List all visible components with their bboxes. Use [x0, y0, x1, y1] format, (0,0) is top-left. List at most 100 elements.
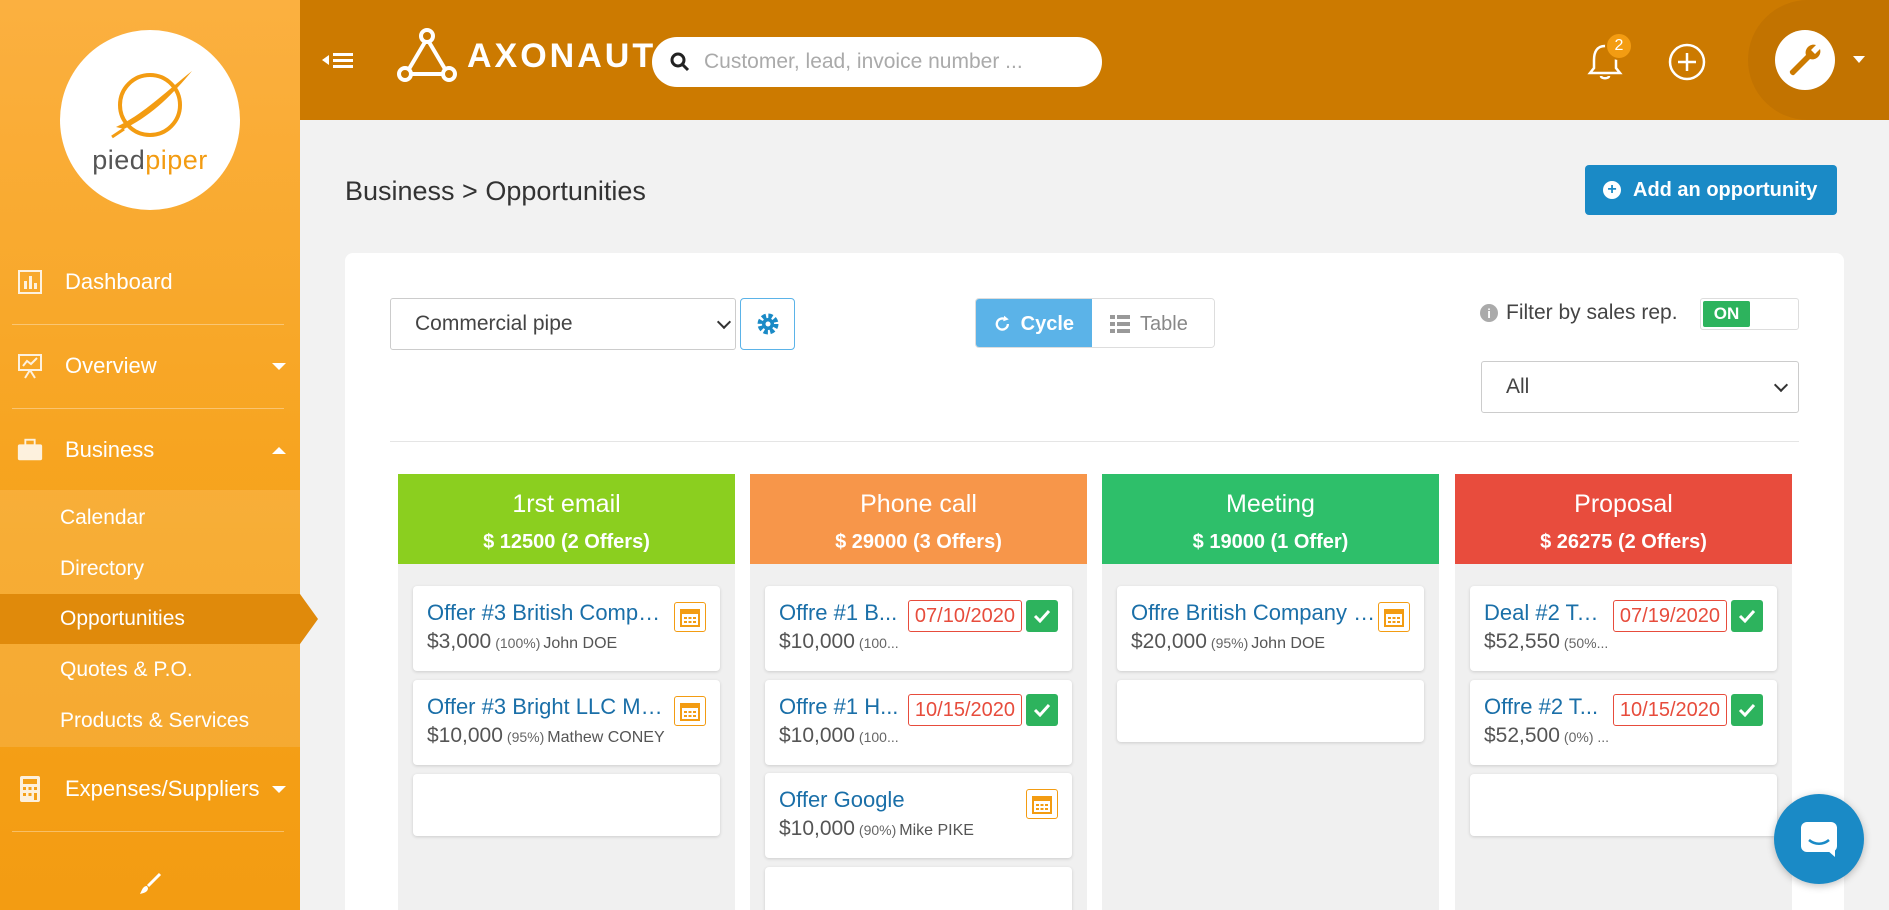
empty-drop-card[interactable] [413, 774, 720, 836]
opportunity-card[interactable]: Offer #3 Bright LLC Marketing $10,000(95… [413, 680, 720, 765]
sidebar-item-label: Overview [65, 353, 157, 378]
submenu-item-quotes[interactable]: Quotes & P.O. [0, 645, 300, 695]
gear-icon [757, 313, 778, 335]
page-title: Business > Opportunities [345, 176, 646, 206]
search-bar[interactable] [652, 37, 1102, 87]
sidebar-item-business[interactable]: Business [0, 408, 300, 492]
chevron-down-icon [272, 362, 286, 370]
company-logo[interactable]: piedpiper [60, 30, 240, 210]
sidebar-item-label: Business [65, 437, 155, 462]
chevron-down-icon [716, 314, 732, 330]
check-icon[interactable] [1026, 600, 1058, 632]
opportunity-card[interactable]: Offre #2 T... $52,500 (0%) ... 10/15/2020 [1470, 680, 1777, 765]
pied-piper-logo-icon [111, 70, 192, 138]
opportunity-title[interactable]: Deal #2 Ta... [1484, 600, 1604, 626]
check-icon[interactable] [1731, 694, 1763, 726]
column-summary: $ 26275 (2 Offers) [1540, 531, 1707, 553]
due-date-badge[interactable]: 10/15/2020 [907, 694, 1022, 726]
opportunity-card[interactable]: Offer Google $10,000 (90%) Mike PIKE [765, 773, 1072, 858]
opportunity-amount: $52,500 (0%) ... [1484, 724, 1610, 747]
opportunity-amount: $10,000 (95%) Mathew CONEY [427, 724, 665, 747]
briefcase-icon [16, 436, 44, 464]
opportunity-card[interactable]: Deal #2 Ta... $52,550 (50%... 07/19/2020 [1470, 586, 1777, 671]
sales-rep-filter: i Filter by sales rep. [1480, 298, 1678, 328]
opportunity-title[interactable]: Offre #2 T... [1484, 694, 1604, 720]
submenu-item-directory[interactable]: Directory [0, 544, 300, 594]
opportunity-card[interactable]: Offre #1 B... $10,000 (100... 07/10/2020 [765, 586, 1072, 671]
opportunity-card[interactable]: Offer #3 British Company $3,000 (100%) Joh… [413, 586, 720, 671]
sales-rep-select[interactable]: All [1481, 361, 1799, 413]
opportunity-title[interactable]: Offer #3 Bright LLC Marketing [427, 694, 672, 720]
plus-circle-icon: + [1603, 181, 1621, 199]
sales-rep-value: All [1506, 375, 1530, 398]
app-brand[interactable]: AXONAUT [397, 26, 656, 86]
calendar-icon[interactable] [1026, 789, 1058, 819]
due-date-badge[interactable]: 07/10/2020 [907, 600, 1022, 632]
column-title: 1rst email [512, 490, 621, 518]
app-name: AXONAUT [467, 36, 657, 75]
sidebar-item-dashboard[interactable]: Dashboard [0, 240, 300, 324]
opportunity-title[interactable]: Offre #1 H... [779, 694, 899, 720]
calendar-icon[interactable] [1378, 602, 1410, 632]
filter-label: Filter by sales rep. [1506, 301, 1678, 324]
chevron-down-icon [1773, 377, 1789, 393]
sidebar-item-expenses[interactable]: Expenses/Suppliers [0, 747, 300, 831]
empty-drop-card[interactable] [1117, 680, 1424, 742]
pipeline-column-proposal: Proposal $ 26275 (2 Offers) Deal #2 Ta..… [1455, 474, 1792, 910]
info-icon[interactable]: i [1480, 304, 1498, 322]
submenu-item-label: Opportunities [60, 607, 185, 630]
opportunity-card[interactable]: Offre #1 H... $10,000 (100... 10/15/2020 [765, 680, 1072, 765]
view-cycle-label: Cycle [1020, 312, 1074, 335]
sidebar-item-label: Expenses/Suppliers [65, 776, 260, 801]
search-input[interactable] [704, 50, 1074, 74]
submenu-item-products[interactable]: Products & Services [0, 696, 300, 746]
calculator-icon [16, 775, 44, 803]
active-indicator [300, 594, 318, 644]
column-header: Phone call $ 29000 (3 Offers) [750, 474, 1087, 564]
add-opportunity-label: Add an opportunity [1633, 178, 1818, 201]
due-date-badge[interactable]: 10/15/2020 [1612, 694, 1727, 726]
add-opportunity-button[interactable]: + Add an opportunity [1585, 165, 1837, 215]
due-date-badge[interactable]: 07/19/2020 [1612, 600, 1727, 632]
check-icon[interactable] [1026, 694, 1058, 726]
paint-brush-icon[interactable] [138, 872, 162, 896]
chat-icon [1801, 822, 1837, 857]
opportunity-title[interactable]: Offre #1 B... [779, 600, 899, 626]
column-summary: $ 19000 (1 Offer) [1192, 531, 1349, 553]
notification-badge: 2 [1605, 32, 1633, 60]
opportunity-title[interactable]: Offer #3 British Company [427, 600, 672, 626]
pipeline-settings-button[interactable] [740, 298, 795, 350]
submenu-item-opportunities[interactable]: Opportunities [0, 594, 318, 644]
add-circle-icon[interactable] [1667, 42, 1707, 82]
opportunity-amount: $10,000 (100... [779, 724, 899, 747]
submenu-item-calendar[interactable]: Calendar [0, 493, 300, 543]
check-icon[interactable] [1731, 600, 1763, 632]
opportunity-card[interactable]: Offre British Company Consulting $20,000… [1117, 586, 1424, 671]
chat-launcher-button[interactable] [1774, 794, 1864, 884]
empty-drop-card[interactable] [1470, 774, 1777, 836]
opportunity-title[interactable]: Offre British Company Consulting [1131, 600, 1376, 626]
divider [390, 441, 1799, 442]
calendar-icon[interactable] [674, 602, 706, 632]
bar-chart-icon [16, 268, 44, 296]
pipeline-select[interactable]: Commercial pipe [390, 298, 736, 350]
filter-toggle[interactable]: ON [1700, 298, 1799, 330]
column-header: 1rst email $ 12500 (2 Offers) [398, 474, 735, 564]
view-switcher: Cycle Table [975, 298, 1215, 348]
view-cycle-button[interactable]: Cycle [976, 299, 1092, 347]
pipeline-column-phone-call: Phone call $ 29000 (3 Offers) Offre #1 B… [750, 474, 1087, 910]
opportunity-title[interactable]: Offer Google [779, 787, 1024, 813]
collapse-menu-icon[interactable] [322, 48, 356, 72]
wrench-icon [1789, 44, 1821, 76]
refresh-icon [995, 315, 1010, 331]
sidebar-item-overview[interactable]: Overview [0, 324, 300, 408]
empty-drop-card[interactable] [765, 867, 1072, 910]
chevron-down-icon[interactable] [1853, 56, 1865, 63]
toggle-on-label: ON [1703, 301, 1750, 327]
presentation-icon [16, 352, 44, 380]
user-avatar[interactable] [1775, 30, 1835, 90]
view-table-button[interactable]: Table [1092, 299, 1214, 347]
calendar-icon[interactable] [674, 696, 706, 726]
chevron-down-icon [272, 785, 286, 793]
top-header: AXONAUT 2 [300, 0, 1889, 120]
